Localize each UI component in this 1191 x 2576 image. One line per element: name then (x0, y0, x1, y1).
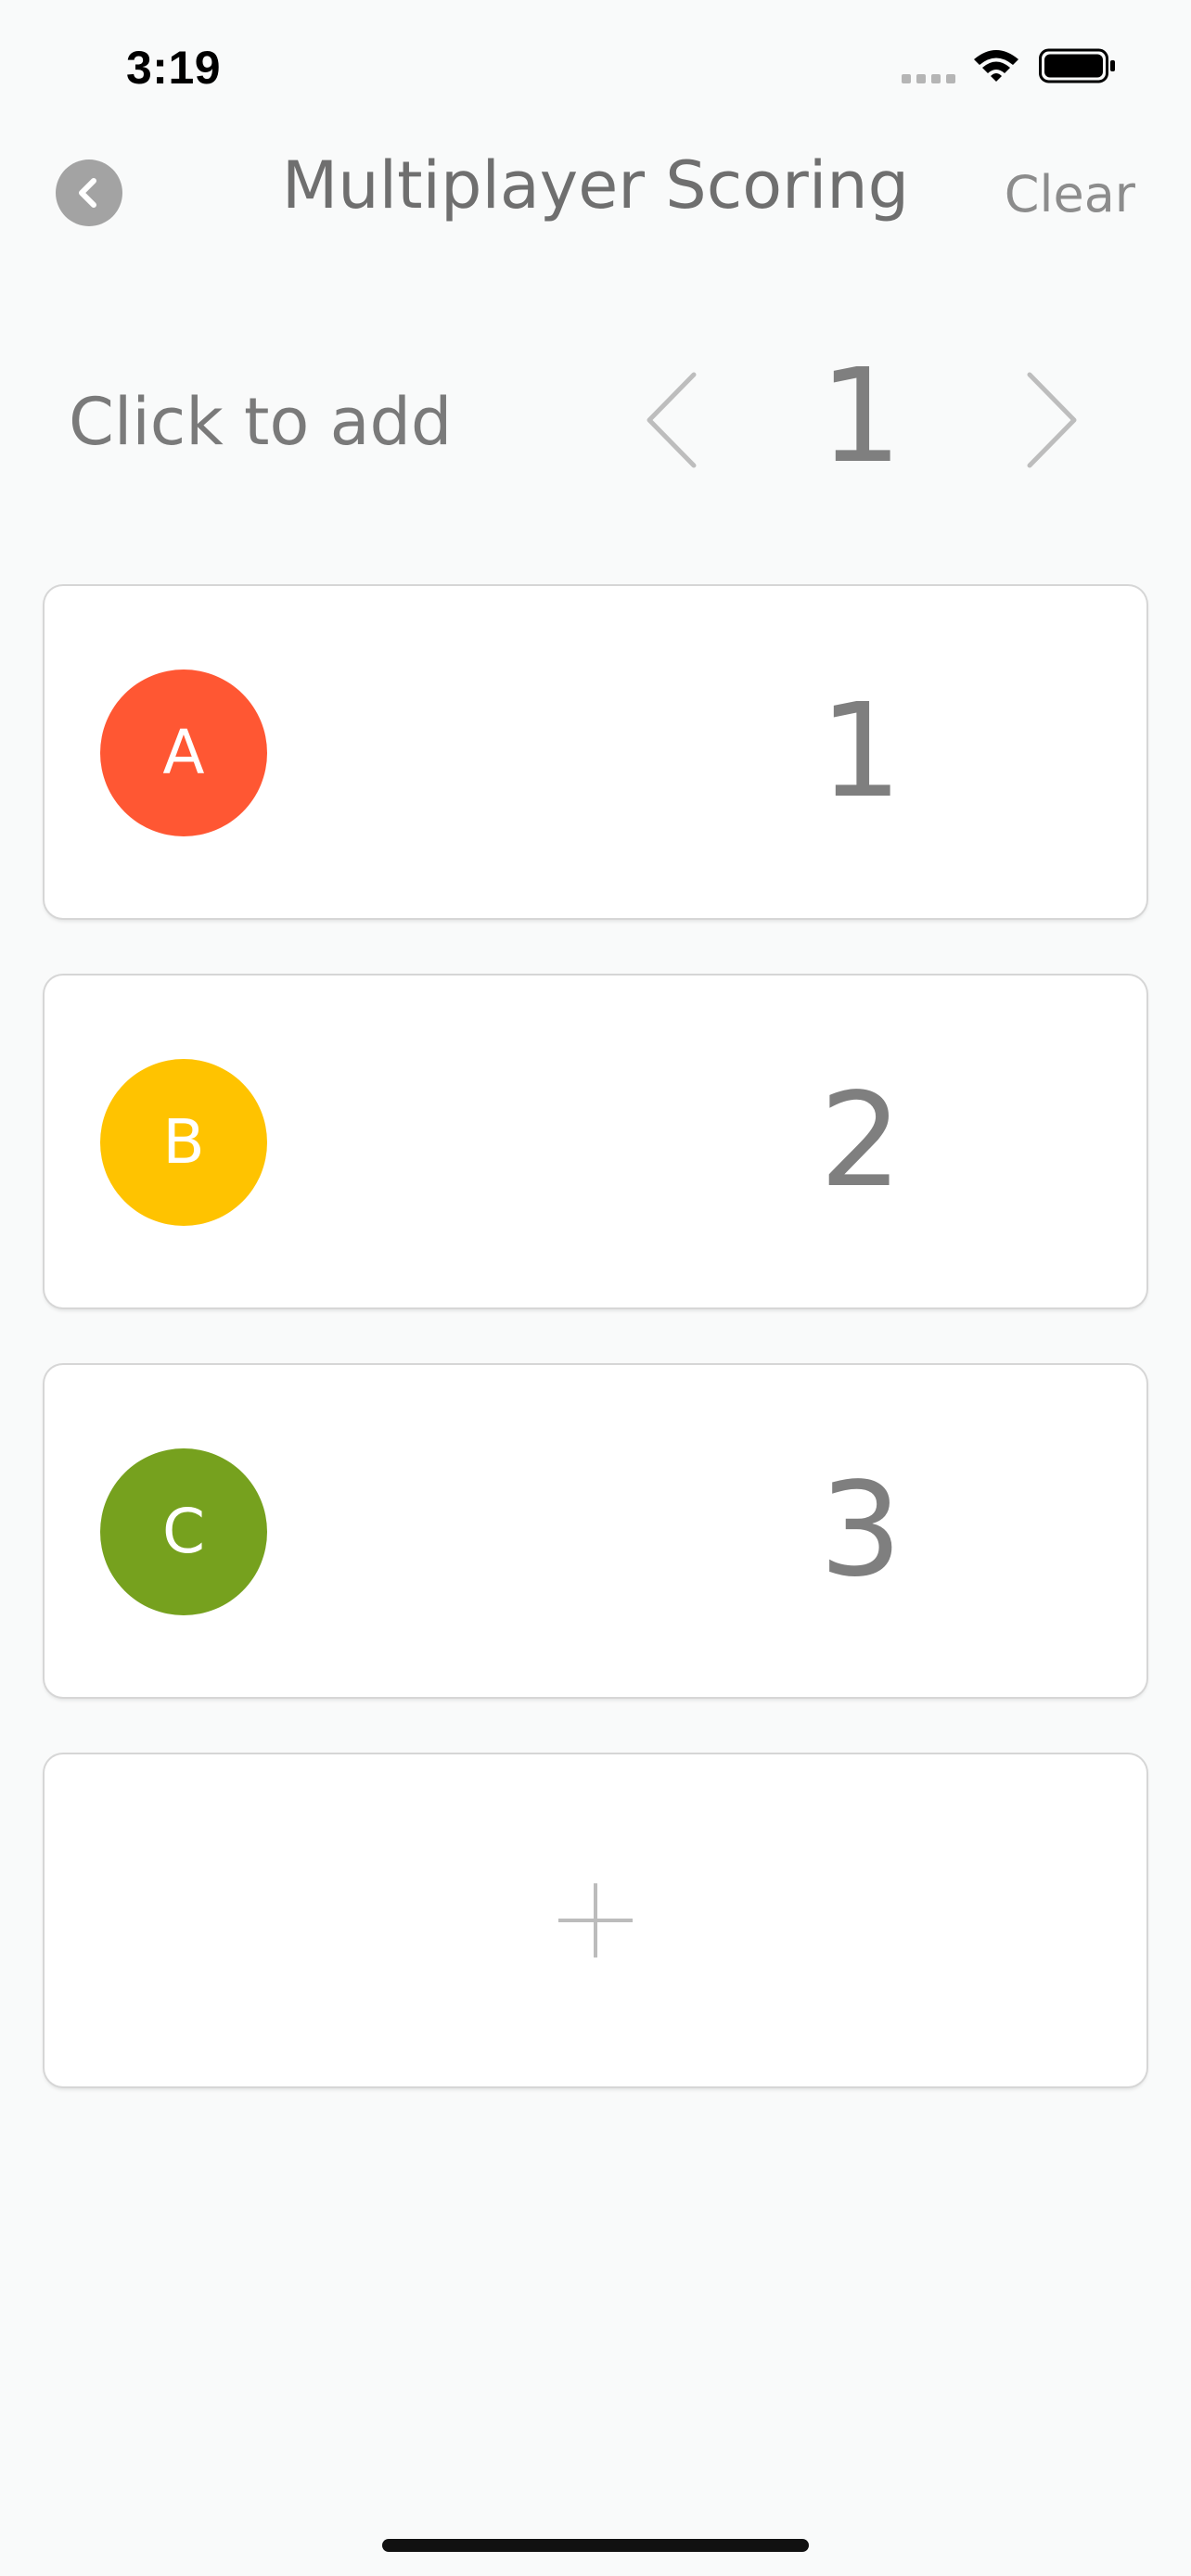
chevron-left-icon (647, 372, 697, 468)
home-indicator[interactable] (382, 2539, 809, 2552)
player-avatar: C (100, 1448, 267, 1615)
increment-step-button[interactable] (1018, 369, 1083, 471)
chevron-left-icon (79, 178, 96, 208)
increment-label: Click to add (69, 384, 453, 460)
back-button[interactable] (56, 159, 122, 226)
increment-value: 1 (819, 341, 903, 492)
player-score: 1 (819, 676, 903, 827)
player-score: 2 (819, 1065, 903, 1217)
wifi-icon (974, 50, 1018, 82)
battery-icon (1039, 48, 1115, 83)
status-time: 3:19 (126, 42, 222, 94)
cellular-signal-icon (902, 74, 957, 83)
screen: 3:19 Multiplayer Scoring Clear Click to … (0, 0, 1191, 2576)
player-card-c[interactable]: C 3 (45, 1365, 1146, 1697)
plus-icon (558, 1883, 633, 1958)
chevron-right-icon (1027, 372, 1077, 468)
add-player-button[interactable] (45, 1754, 1146, 2086)
player-avatar: B (100, 1059, 267, 1226)
player-score: 3 (819, 1455, 903, 1606)
decrement-step-button[interactable] (640, 369, 705, 471)
clear-button[interactable]: Clear (1005, 158, 1135, 232)
page-title: Multiplayer Scoring (281, 147, 910, 223)
player-card-b[interactable]: B 2 (45, 976, 1146, 1307)
player-avatar: A (100, 670, 267, 836)
player-card-a[interactable]: A 1 (45, 586, 1146, 918)
